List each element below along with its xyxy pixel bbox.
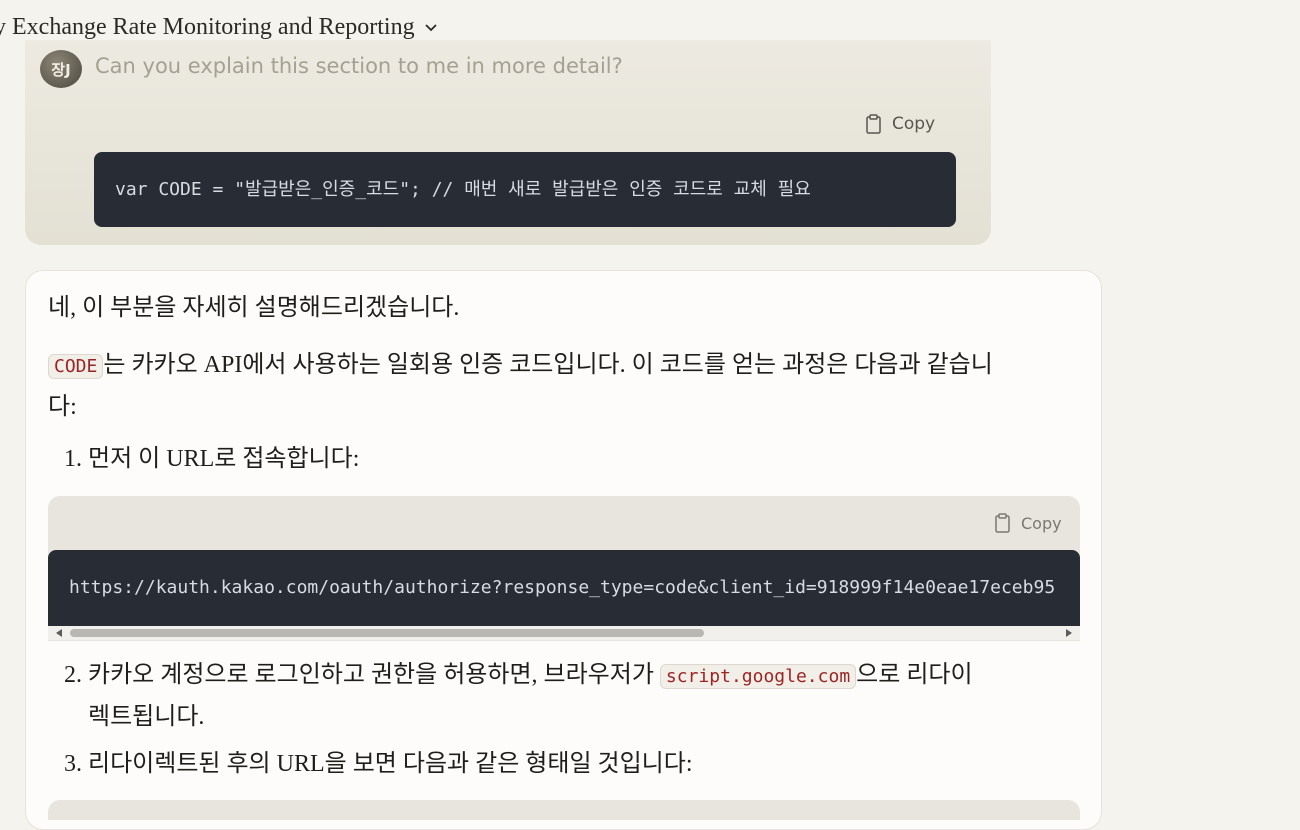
inline-code: script.google.com <box>659 664 857 689</box>
list-item-2: 2. 카카오 계정으로 로그인하고 권한을 허용하면, 브라우저가 script… <box>64 655 973 737</box>
list-item-3: 3. 리다이렉트된 후의 URL을 보면 다음과 같은 형태일 것입니다: <box>64 751 693 777</box>
scroll-left-icon[interactable] <box>56 629 62 637</box>
paragraph-text-cont: 다: <box>48 394 77 420</box>
scroll-right-icon[interactable] <box>1066 629 1072 637</box>
copy-button[interactable]: Copy <box>865 114 935 134</box>
list-item-1: 1. 먼저 이 URL로 접속합니다: <box>64 446 360 472</box>
url-code-block[interactable]: https://kauth.kakao.com/oauth/authorize?… <box>48 550 1080 626</box>
code-block-container <box>48 800 1080 820</box>
clipboard-icon <box>866 114 881 134</box>
conversation-title-text: y Exchange Rate Monitoring and Reporting <box>0 13 415 40</box>
paragraph-text: 는 카카오 API에서 사용하는 일회용 인증 코드입니다. 이 코드를 얻는 … <box>103 352 993 378</box>
list-item-2-text-end: 으로 리다이 <box>856 662 973 688</box>
clipboard-icon <box>995 513 1010 533</box>
copy-button[interactable]: Copy <box>994 513 1062 533</box>
horizontal-scrollbar[interactable] <box>48 626 1080 640</box>
list-item-2-cont: 렉트됩니다. <box>88 704 205 730</box>
conversation-title[interactable]: y Exchange Rate Monitoring and Reporting <box>0 10 439 44</box>
avatar[interactable]: 장J <box>40 50 82 88</box>
chevron-down-icon[interactable] <box>423 19 439 35</box>
copy-button-label: Copy <box>892 114 936 134</box>
assistant-paragraph: CODE 는 카카오 API에서 사용하는 일회용 인증 코드입니다. 이 코드를… <box>48 345 993 427</box>
copy-button-label: Copy <box>1021 513 1062 533</box>
list-item-2-text: 2. 카카오 계정으로 로그인하고 권한을 허용하면, 브라우저가 <box>64 662 660 688</box>
assistant-intro: 네, 이 부분을 자세히 설명해드리겠습니다. <box>48 295 460 321</box>
user-message-text: Can you explain this section to me in mo… <box>95 54 623 78</box>
scroll-thumb[interactable] <box>70 629 704 637</box>
inline-code: CODE <box>48 354 104 379</box>
code-block: var CODE = "발급받은_인증_코드"; // 매번 새로 발급받은 인… <box>94 152 956 227</box>
